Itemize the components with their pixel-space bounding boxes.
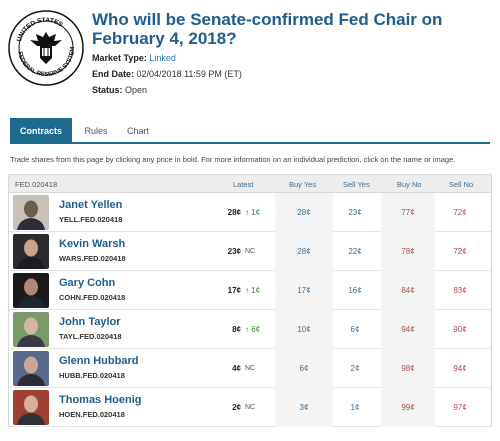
buy-yes-price[interactable]: 28¢ xyxy=(289,247,319,256)
candidate-name-link[interactable]: Gary Cohn xyxy=(59,277,115,289)
candidate-name-link[interactable]: Thomas Hoenig xyxy=(59,394,142,406)
contract-row: Janet Yellen YELL.FED.020418 28¢ ↑ 1¢ 28¢ 23¢… xyxy=(9,193,491,232)
candidate-photo[interactable] xyxy=(13,312,49,347)
col-sell-yes: Sell Yes xyxy=(343,180,370,189)
tab-contracts[interactable]: Contracts xyxy=(10,118,72,144)
up-arrow-icon: ↑ xyxy=(245,325,249,334)
trade-instructions: Trade shares from this page by clicking … xyxy=(10,155,456,164)
col-latest: Latest xyxy=(233,180,254,189)
contract-row: Thomas Hoenig HOEN.FED.020418 2¢ NC 3¢ 1¢ 99¢ 9… xyxy=(9,388,491,427)
candidate-photo[interactable] xyxy=(13,273,49,308)
contract-ticker: HUBB.FED.020418 xyxy=(59,371,125,380)
latest-price[interactable]: 17¢ xyxy=(217,286,241,295)
contract-row: John Taylor TAYL.FED.020418 8¢ ↑ 6¢ 10¢ 6¢ 94¢… xyxy=(9,310,491,349)
candidate-name-link[interactable]: John Taylor xyxy=(59,316,121,328)
buy-yes-price[interactable]: 10¢ xyxy=(289,325,319,334)
price-change: NC xyxy=(245,248,256,255)
latest-price[interactable]: 4¢ xyxy=(217,364,241,373)
buy-yes-price[interactable]: 28¢ xyxy=(289,208,319,217)
tab-chart[interactable]: Chart xyxy=(124,118,152,144)
buy-no-price[interactable]: 94¢ xyxy=(393,325,423,334)
candidate-photo[interactable] xyxy=(13,390,49,425)
sell-no-price[interactable]: 72¢ xyxy=(445,247,475,256)
price-change: ↑ 1¢ xyxy=(245,286,261,295)
contract-row: Gary Cohn COHN.FED.020418 17¢ ↑ 1¢ 17¢ 16¢ 84¢… xyxy=(9,271,491,310)
tab-bar: Contracts Rules Chart xyxy=(10,118,490,144)
sell-no-price[interactable]: 97¢ xyxy=(445,403,475,412)
sell-no-price[interactable]: 90¢ xyxy=(445,325,475,334)
candidate-photo[interactable] xyxy=(13,234,49,269)
market-type-link[interactable]: Linked xyxy=(149,53,176,63)
sell-yes-price[interactable]: 1¢ xyxy=(340,403,370,412)
buy-no-price[interactable]: 78¢ xyxy=(393,247,423,256)
market-header: UNITED STATES FEDERAL RESERVE SYSTEM Who… xyxy=(0,0,500,110)
latest-price[interactable]: 2¢ xyxy=(217,403,241,412)
candidate-name-link[interactable]: Janet Yellen xyxy=(59,199,122,211)
sell-yes-price[interactable]: 16¢ xyxy=(340,286,370,295)
buy-yes-price[interactable]: 6¢ xyxy=(289,364,319,373)
sell-yes-price[interactable]: 22¢ xyxy=(340,247,370,256)
contract-row: Glenn Hubbard HUBB.FED.020418 4¢ NC 6¢ 2¢ 98¢ 9… xyxy=(9,349,491,388)
candidate-name-link[interactable]: Glenn Hubbard xyxy=(59,355,138,367)
buy-no-price[interactable]: 99¢ xyxy=(393,403,423,412)
market-code: FED.020418 xyxy=(15,180,58,189)
sell-yes-price[interactable]: 2¢ xyxy=(340,364,370,373)
sell-yes-price[interactable]: 6¢ xyxy=(340,325,370,334)
col-buy-yes: Buy Yes xyxy=(289,180,317,189)
up-arrow-icon: ↑ xyxy=(245,286,249,295)
candidate-name-link[interactable]: Kevin Warsh xyxy=(59,238,125,250)
market-type: Market Type: Linked xyxy=(92,53,176,63)
contracts-table: FED.020418 Latest Buy Yes Sell Yes Buy N… xyxy=(8,174,492,427)
buy-no-price[interactable]: 98¢ xyxy=(393,364,423,373)
contract-ticker: WARS.FED.020418 xyxy=(59,254,126,263)
end-date: End Date: 02/04/2018 11:59 PM (ET) xyxy=(92,69,242,79)
price-change: ↑ 6¢ xyxy=(245,325,261,334)
buy-yes-price[interactable]: 17¢ xyxy=(289,286,319,295)
market-title: Who will be Senate-confirmed Fed Chair o… xyxy=(92,10,443,48)
contract-ticker: YELL.FED.020418 xyxy=(59,215,123,224)
contract-ticker: TAYL.FED.020418 xyxy=(59,332,122,341)
buy-no-price[interactable]: 77¢ xyxy=(393,208,423,217)
latest-price[interactable]: 8¢ xyxy=(217,325,241,334)
buy-yes-price[interactable]: 3¢ xyxy=(289,403,319,412)
sell-no-price[interactable]: 72¢ xyxy=(445,208,475,217)
buy-no-price[interactable]: 84¢ xyxy=(393,286,423,295)
tab-rules[interactable]: Rules xyxy=(82,118,110,144)
sell-yes-price[interactable]: 23¢ xyxy=(340,208,370,217)
candidate-photo[interactable] xyxy=(13,351,49,386)
market-status: Status: Open xyxy=(92,85,148,95)
latest-price[interactable]: 28¢ xyxy=(217,208,241,217)
table-header: FED.020418 Latest Buy Yes Sell Yes Buy N… xyxy=(9,175,491,193)
contract-row: Kevin Warsh WARS.FED.020418 23¢ NC 28¢ 22¢ 78¢… xyxy=(9,232,491,271)
contract-ticker: HOEN.FED.020418 xyxy=(59,410,125,419)
col-buy-no: Buy No xyxy=(397,180,422,189)
sell-no-price[interactable]: 94¢ xyxy=(445,364,475,373)
federal-reserve-seal-logo: UNITED STATES FEDERAL RESERVE SYSTEM xyxy=(8,10,84,86)
latest-price[interactable]: 23¢ xyxy=(217,247,241,256)
contract-ticker: COHN.FED.020418 xyxy=(59,293,126,302)
col-sell-no: Sell No xyxy=(449,180,474,189)
price-change: NC xyxy=(245,365,256,372)
sell-no-price[interactable]: 83¢ xyxy=(445,286,475,295)
candidate-photo[interactable] xyxy=(13,195,49,230)
price-change: ↑ 1¢ xyxy=(245,208,261,217)
up-arrow-icon: ↑ xyxy=(245,208,249,217)
price-change: NC xyxy=(245,404,256,411)
